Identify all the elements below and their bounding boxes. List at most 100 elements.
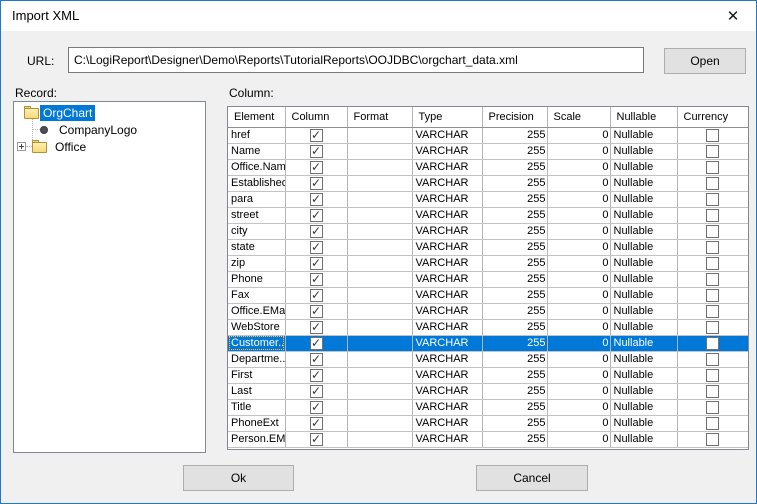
scale-cell[interactable]: 0 (547, 191, 611, 208)
precision-cell[interactable]: 255 (482, 223, 548, 240)
element-cell[interactable]: Established (228, 175, 286, 192)
scale-cell[interactable]: 0 (547, 303, 611, 320)
column-cell[interactable] (285, 207, 348, 224)
element-cell[interactable]: First (228, 367, 286, 384)
table-row[interactable]: para VARCHAR 255 0 Nullable (228, 191, 748, 208)
column-checkbox[interactable] (309, 176, 323, 190)
type-cell[interactable]: VARCHAR (412, 191, 483, 208)
format-cell[interactable] (347, 127, 413, 144)
type-cell[interactable]: VARCHAR (412, 239, 483, 256)
precision-cell[interactable]: 255 (482, 399, 548, 416)
column-checkbox[interactable] (309, 384, 323, 398)
scale-cell[interactable]: 0 (547, 367, 611, 384)
table-row[interactable]: street VARCHAR 255 0 Nullable (228, 207, 748, 224)
format-cell[interactable] (347, 415, 413, 432)
precision-cell[interactable]: 255 (482, 303, 548, 320)
element-cell[interactable]: Customer... (228, 335, 286, 352)
column-checkbox[interactable] (309, 336, 323, 350)
column-cell[interactable] (285, 319, 348, 336)
table-row[interactable]: Title VARCHAR 255 0 Nullable (228, 399, 748, 416)
type-cell[interactable]: VARCHAR (412, 271, 483, 288)
type-cell[interactable]: VARCHAR (412, 143, 483, 160)
currency-checkbox[interactable] (706, 256, 720, 270)
header-element[interactable]: Element (228, 107, 286, 128)
column-checkbox[interactable] (309, 304, 323, 318)
precision-cell[interactable]: 255 (482, 367, 548, 384)
header-type[interactable]: Type (412, 107, 483, 128)
scale-cell[interactable]: 0 (547, 143, 611, 160)
precision-cell[interactable]: 255 (482, 319, 548, 336)
scale-cell[interactable]: 0 (547, 383, 611, 400)
column-cell[interactable] (285, 415, 348, 432)
tree-item-office[interactable]: Office (14, 138, 205, 155)
format-cell[interactable] (347, 319, 413, 336)
nullable-cell[interactable]: Nullable (610, 367, 678, 384)
currency-checkbox[interactable] (706, 416, 720, 430)
tree-item-companylogo[interactable]: CompanyLogo (14, 121, 205, 138)
nullable-cell[interactable]: Nullable (610, 399, 678, 416)
header-column[interactable]: Column (285, 107, 348, 128)
currency-cell[interactable] (677, 191, 748, 208)
nullable-cell[interactable]: Nullable (610, 223, 678, 240)
currency-cell[interactable] (677, 319, 748, 336)
currency-cell[interactable] (677, 127, 748, 144)
element-cell[interactable]: Phone (228, 271, 286, 288)
column-checkbox[interactable] (309, 160, 323, 174)
type-cell[interactable]: VARCHAR (412, 335, 483, 352)
currency-checkbox[interactable] (706, 128, 720, 142)
precision-cell[interactable]: 255 (482, 415, 548, 432)
currency-cell[interactable] (677, 287, 748, 304)
currency-cell[interactable] (677, 207, 748, 224)
nullable-cell[interactable]: Nullable (610, 239, 678, 256)
element-cell[interactable]: Office.EMail (228, 303, 286, 320)
column-cell[interactable] (285, 351, 348, 368)
precision-cell[interactable]: 255 (482, 287, 548, 304)
currency-cell[interactable] (677, 223, 748, 240)
type-cell[interactable]: VARCHAR (412, 399, 483, 416)
currency-cell[interactable] (677, 303, 748, 320)
format-cell[interactable] (347, 191, 413, 208)
scale-cell[interactable]: 0 (547, 255, 611, 272)
header-currency[interactable]: Currency (677, 107, 748, 128)
scale-cell[interactable]: 0 (547, 207, 611, 224)
currency-cell[interactable] (677, 431, 748, 448)
currency-cell[interactable] (677, 351, 748, 368)
column-cell[interactable] (285, 191, 348, 208)
type-cell[interactable]: VARCHAR (412, 319, 483, 336)
tree-item-orgchart[interactable]: OrgChart (14, 104, 205, 121)
element-cell[interactable]: street (228, 207, 286, 224)
type-cell[interactable]: VARCHAR (412, 303, 483, 320)
column-checkbox[interactable] (309, 272, 323, 286)
currency-checkbox[interactable] (706, 224, 720, 238)
format-cell[interactable] (347, 303, 413, 320)
scale-cell[interactable]: 0 (547, 415, 611, 432)
column-cell[interactable] (285, 271, 348, 288)
column-cell[interactable] (285, 159, 348, 176)
type-cell[interactable]: VARCHAR (412, 287, 483, 304)
nullable-cell[interactable]: Nullable (610, 255, 678, 272)
format-cell[interactable] (347, 399, 413, 416)
precision-cell[interactable]: 255 (482, 431, 548, 448)
column-checkbox[interactable] (309, 352, 323, 366)
element-cell[interactable]: Last (228, 383, 286, 400)
element-cell[interactable]: Name (228, 143, 286, 160)
column-checkbox[interactable] (309, 192, 323, 206)
cancel-button[interactable]: Cancel (476, 465, 588, 491)
column-checkbox[interactable] (309, 224, 323, 238)
column-checkbox[interactable] (309, 432, 323, 446)
nullable-cell[interactable]: Nullable (610, 383, 678, 400)
element-cell[interactable]: city (228, 223, 286, 240)
column-cell[interactable] (285, 367, 348, 384)
format-cell[interactable] (347, 271, 413, 288)
scale-cell[interactable]: 0 (547, 223, 611, 240)
scale-cell[interactable]: 0 (547, 271, 611, 288)
nullable-cell[interactable]: Nullable (610, 175, 678, 192)
table-row[interactable]: Departme... VARCHAR 255 0 Nullable (228, 351, 748, 368)
format-cell[interactable] (347, 351, 413, 368)
column-checkbox[interactable] (309, 416, 323, 430)
column-cell[interactable] (285, 303, 348, 320)
column-checkbox[interactable] (309, 144, 323, 158)
type-cell[interactable]: VARCHAR (412, 159, 483, 176)
precision-cell[interactable]: 255 (482, 351, 548, 368)
table-row[interactable]: Fax VARCHAR 255 0 Nullable (228, 287, 748, 304)
